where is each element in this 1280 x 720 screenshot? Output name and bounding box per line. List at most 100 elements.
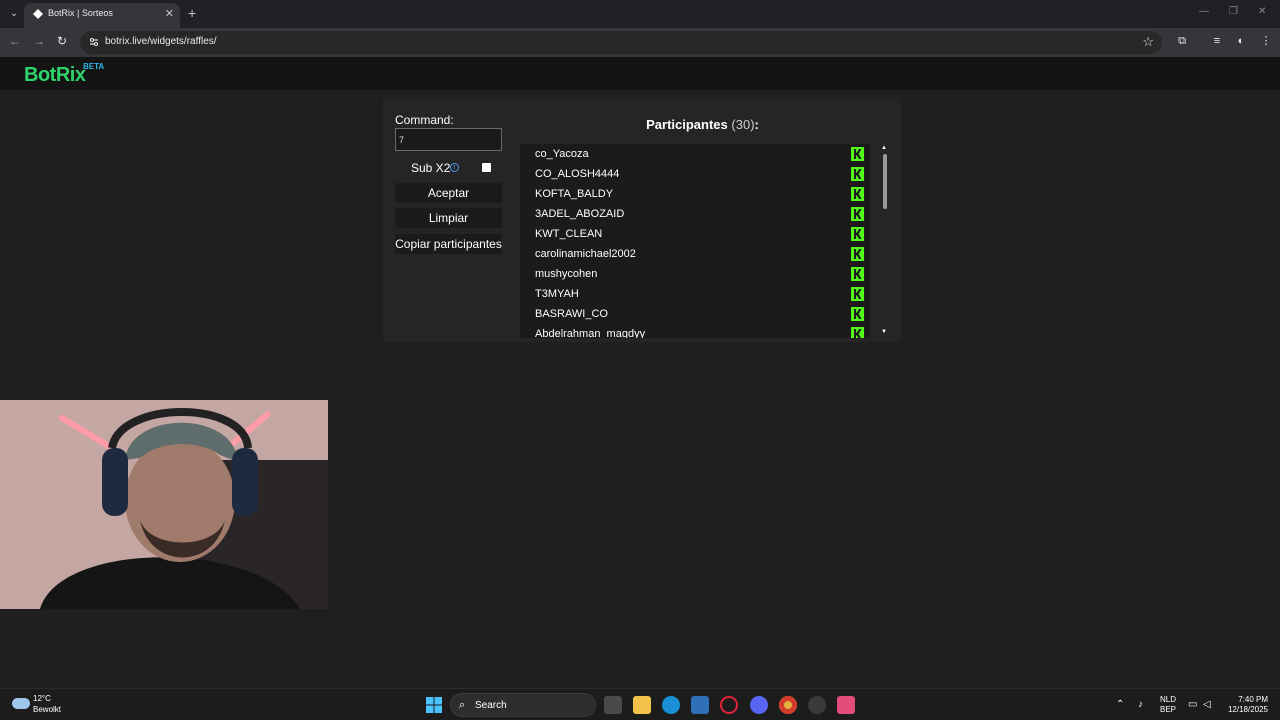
participants-count: (30) [731, 117, 755, 132]
beta-badge: BETA [83, 62, 105, 71]
volume-icon[interactable]: ◁ [1203, 699, 1211, 710]
sub-x2-checkbox[interactable] [482, 163, 491, 172]
search-placeholder: Search [475, 700, 507, 711]
menu-icon[interactable]: ⋮ [1259, 34, 1273, 48]
discord-icon[interactable] [750, 696, 768, 714]
scrollbar-thumb[interactable] [883, 154, 887, 209]
weather-description[interactable]: Bewolkt [33, 705, 61, 714]
copy-participants-button[interactable]: Copiar participantes [395, 234, 502, 254]
address-bar[interactable]: botrix.live/widgets/raffles/ ☆ [80, 31, 1162, 54]
botrix-favicon-icon [33, 9, 43, 19]
clear-button[interactable]: Limpiar [395, 208, 502, 228]
page-content: BotRix BETA Command: Sub X2 i Aceptar Li… [0, 57, 1280, 688]
kick-icon [851, 327, 864, 338]
keyboard-layout: BEP [1160, 705, 1177, 714]
webcam-overlay [0, 400, 328, 609]
taskbar-search[interactable]: ⌕ Search [450, 693, 596, 717]
list-item[interactable]: co_Yacoza [520, 144, 864, 164]
tray-overflow-icon[interactable]: ⌃ [1116, 699, 1124, 710]
kick-icon [851, 287, 864, 301]
forward-icon[interactable]: → [33, 34, 45, 48]
url-text: botrix.live/widgets/raffles/ [105, 36, 217, 47]
close-window-icon[interactable]: ✕ [1258, 6, 1266, 17]
list-item[interactable]: BASRAWI_CO [520, 304, 864, 324]
language-indicator[interactable]: NLD BEP [1160, 695, 1176, 715]
list-item[interactable]: carolinamichael2002 [520, 244, 864, 264]
participant-name: 3ADEL_ABOZAID [535, 208, 625, 220]
tab-title: BotRix | Sorteos [48, 8, 113, 18]
participants-heading: Participantes (30): [520, 117, 885, 132]
edge-icon[interactable] [662, 696, 680, 714]
sub-x2-label: Sub X2 [411, 161, 451, 175]
kick-icon [851, 207, 864, 221]
participant-name: CO_ALOSH4444 [535, 168, 620, 180]
list-item[interactable]: 3ADEL_ABOZAID [520, 204, 864, 224]
clock-time: 7:40 PM [1238, 695, 1268, 704]
list-item[interactable]: Abdelrahman_magdyy [520, 324, 864, 338]
list-item[interactable]: CO_ALOSH4444 [520, 164, 864, 184]
webcam-image [0, 400, 328, 609]
system-clock[interactable]: 7:40 PM 12/18/2025 [1220, 695, 1268, 715]
participant-name: co_Yacoza [535, 148, 589, 160]
kick-icon [851, 307, 864, 321]
participant-name: T3MYAH [535, 288, 579, 300]
opera-icon[interactable] [720, 696, 738, 714]
cloud-icon[interactable] [12, 698, 30, 709]
windows-start-icon[interactable] [426, 697, 442, 713]
participant-name: KOFTA_BALDY [535, 188, 614, 200]
media-controls-icon[interactable]: ≡ [1210, 34, 1224, 48]
participant-name: carolinamichael2002 [535, 248, 636, 260]
accept-button[interactable]: Aceptar [395, 183, 502, 203]
minimize-icon[interactable]: — [1199, 6, 1209, 17]
participants-list[interactable]: co_Yacoza CO_ALOSH4444 KOFTA_BALDY 3ADEL… [520, 144, 870, 338]
extensions-icon[interactable]: ⧉ [1175, 34, 1189, 48]
command-input[interactable] [395, 128, 502, 151]
taskbar: 12°C Bewolkt ⌕ Search ⌃ ♪ NLD BEP ▭ ◁ 7:… [0, 688, 1280, 720]
list-item[interactable]: KOFTA_BALDY [520, 184, 864, 204]
info-icon[interactable]: i [450, 163, 459, 172]
kick-icon [851, 167, 864, 181]
back-icon[interactable]: ← [9, 34, 21, 48]
kick-icon [851, 187, 864, 201]
weather-temperature[interactable]: 12°C [33, 694, 51, 703]
participants-colon: : [754, 117, 759, 132]
network-icon[interactable]: ▭ [1188, 699, 1197, 710]
reload-icon[interactable]: ↻ [57, 34, 67, 48]
kick-icon [851, 267, 864, 281]
bookmark-star-icon[interactable]: ☆ [1142, 34, 1154, 50]
scroll-up-arrow[interactable]: ▲ [881, 145, 887, 151]
kick-icon [851, 227, 864, 241]
obs-icon[interactable] [808, 696, 826, 714]
clock-date: 12/18/2025 [1227, 705, 1268, 714]
language-code: NLD [1160, 695, 1177, 704]
command-label: Command: [395, 113, 454, 127]
new-tab-button[interactable]: + [188, 5, 196, 21]
participant-name: Abdelrahman_magdyy [535, 328, 646, 338]
kick-icon [851, 147, 864, 161]
participant-name: KWT_CLEAN [535, 228, 603, 240]
task-view-icon[interactable] [604, 696, 622, 714]
site-info-icon[interactable] [88, 36, 100, 48]
scroll-down-arrow[interactable]: ▼ [881, 329, 887, 335]
botrix-logo[interactable]: BotRix [24, 64, 86, 87]
profile-icon[interactable]: ◐ [1234, 34, 1248, 48]
restore-icon[interactable]: ❐ [1229, 6, 1238, 17]
list-item[interactable]: KWT_CLEAN [520, 224, 864, 244]
close-tab-icon[interactable]: ✕ [165, 7, 174, 20]
streaming-app-icon[interactable] [837, 696, 855, 714]
microphone-icon[interactable]: ♪ [1138, 699, 1143, 710]
raffle-panel: Command: Sub X2 i Aceptar Limpiar Copiar… [383, 97, 901, 342]
chrome-icon[interactable] [779, 696, 797, 714]
site-header: BotRix BETA [0, 57, 1280, 90]
list-item[interactable]: mushycohen [520, 264, 864, 284]
kick-icon [851, 247, 864, 261]
list-item[interactable]: T3MYAH [520, 284, 864, 304]
participant-name: mushycohen [535, 268, 598, 280]
store-icon[interactable] [691, 696, 709, 714]
browser-tab-active[interactable]: BotRix | Sorteos ✕ [24, 3, 180, 28]
file-explorer-icon[interactable] [633, 696, 651, 714]
tab-search-button[interactable]: ⌄ [6, 6, 22, 22]
participants-title: Participantes [646, 117, 728, 132]
participant-name: BASRAWI_CO [535, 308, 608, 320]
sub-x2-row: Sub X2 i [395, 160, 502, 176]
